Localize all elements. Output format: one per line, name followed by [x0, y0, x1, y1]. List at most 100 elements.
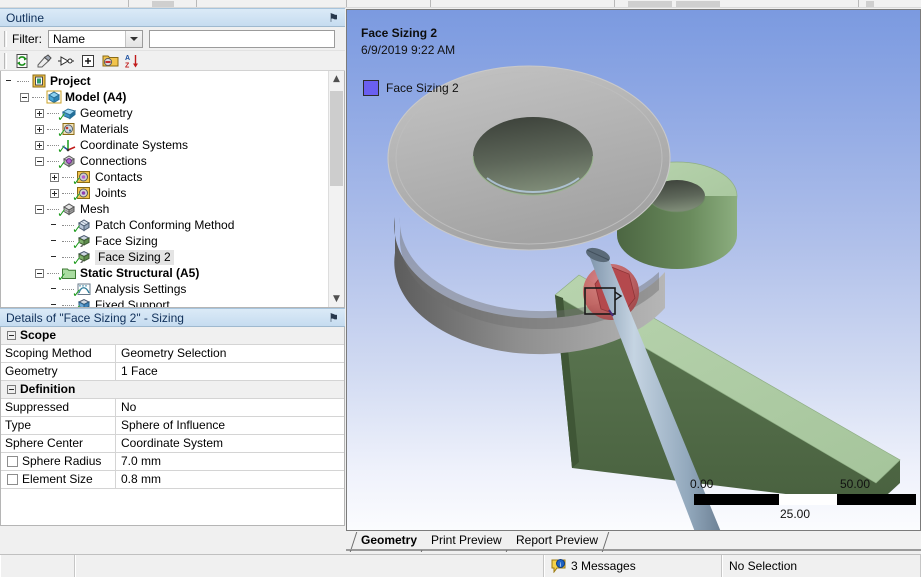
details-parameterize-checkbox[interactable] — [7, 474, 18, 485]
tree-minus-expander-icon[interactable] — [20, 92, 29, 102]
chevron-down-icon[interactable] — [125, 30, 142, 47]
tree-item-label: Geometry — [80, 105, 133, 120]
tree-item-static-structural-a5[interactable]: ✓ Static Structural (A5) — [5, 265, 327, 284]
scroll-up-icon[interactable]: ▲ — [329, 71, 344, 87]
tree-item-label: Connections — [80, 153, 147, 168]
filter-type-select[interactable]: Name — [48, 29, 143, 48]
tree-item-connections[interactable]: ✓ Connections — [5, 153, 327, 171]
tree-item-fixed-support[interactable]: ✓Fixed Support — [5, 297, 327, 307]
status-messages-label: 3 Messages — [571, 559, 636, 573]
details-property-name: Sphere Radius — [1, 453, 116, 470]
tree-minus-expander-icon[interactable] — [35, 156, 44, 166]
tree-item-face-sizing-2[interactable]: ✓ Face Sizing 2 — [5, 249, 327, 268]
tree-connector — [32, 96, 44, 98]
tab-report-preview[interactable]: Report Preview — [505, 531, 610, 552]
tree-item-face-sizing[interactable]: ✓ Face Sizing — [5, 233, 327, 251]
tree-item-mesh[interactable]: ✓ Mesh — [5, 201, 327, 219]
probe-icon[interactable] — [56, 52, 76, 70]
details-property-row[interactable]: Element Size 0.8 mm — [1, 471, 344, 489]
details-property-row[interactable]: Geometry 1 Face — [1, 363, 344, 381]
expand-all-icon[interactable] — [78, 52, 98, 70]
details-property-value[interactable]: No — [116, 399, 344, 416]
details-property-value[interactable]: Sphere of Influence — [116, 417, 344, 434]
geometry-icon: ✓ — [57, 106, 77, 123]
details-property-name: Geometry — [1, 363, 116, 380]
details-property-row[interactable]: Sphere Radius 7.0 mm — [1, 453, 344, 471]
tree-item-geometry[interactable]: ✓ Geometry — [5, 105, 327, 123]
status-messages[interactable]: i 3 Messages — [544, 555, 722, 577]
tree-item-materials[interactable]: ✓ Materials — [5, 121, 327, 139]
details-collapse-icon[interactable] — [7, 385, 16, 394]
details-parameterize-checkbox[interactable] — [7, 456, 18, 467]
mesh-icon: ✓ — [57, 202, 77, 219]
tree-plus-expander-icon[interactable] — [50, 188, 59, 198]
details-property-label: Sphere Center — [5, 436, 84, 450]
filter-type-value: Name — [53, 31, 86, 46]
tab-geometry[interactable]: Geometry — [349, 531, 429, 552]
green-check-icon: ✓ — [57, 206, 68, 220]
green-check-icon: ✓ — [57, 142, 68, 156]
filter-search-input[interactable] — [149, 29, 335, 48]
sort-az-icon[interactable]: A Z — [122, 52, 142, 70]
tree-minus-expander-icon[interactable] — [35, 204, 44, 214]
tree-item-label: Model (A4) — [65, 89, 127, 104]
details-pin-icon[interactable]: ⚑ — [328, 311, 339, 325]
ansys-mechanical-window: Outline ⚑ Filter: Name A Z Project Model… — [0, 0, 921, 577]
tree-minus-expander-icon[interactable] — [35, 268, 44, 278]
tree-plus-expander-icon[interactable] — [35, 124, 44, 134]
details-property-label: Sphere Radius — [22, 454, 102, 468]
outline-toolbar: A Z — [0, 51, 345, 71]
tab-geometry-label: Geometry — [361, 533, 418, 547]
tree-spacer — [50, 285, 59, 294]
folder-block-icon[interactable] — [100, 52, 120, 70]
details-property-value[interactable]: 0.8 mm — [116, 471, 344, 488]
tree-item-label: Contacts — [95, 169, 143, 184]
tree-item-label: Static Structural (A5) — [80, 265, 200, 280]
outline-toolbar-grip[interactable] — [4, 52, 7, 69]
document-tab-bar: Geometry Print Preview Report Preview — [346, 531, 921, 552]
details-group-row[interactable]: Scope — [1, 327, 344, 345]
details-property-row[interactable]: Sphere Center Coordinate System — [1, 435, 344, 453]
outline-tree[interactable]: Project Model (A4) ✓ Geometry ✓ Materials ✓ Coo… — [0, 71, 345, 308]
filter-label: Filter: — [12, 31, 42, 46]
green-check-icon: ✓ — [72, 222, 83, 236]
details-property-row[interactable]: Scoping Method Geometry Selection — [1, 345, 344, 363]
green-check-icon: ✓ — [57, 270, 68, 284]
green-check-icon: ✓ — [72, 174, 83, 188]
details-property-value[interactable]: Coordinate System — [116, 435, 344, 452]
details-property-value[interactable]: 7.0 mm — [116, 453, 344, 470]
details-property-label: Scoping Method — [5, 346, 92, 360]
details-collapse-icon[interactable] — [7, 331, 16, 340]
details-property-label: Geometry — [5, 364, 58, 378]
details-group-row[interactable]: Definition — [1, 381, 344, 399]
tab-report-preview-label: Report Preview — [516, 533, 599, 547]
green-check-icon: ✓ — [72, 254, 83, 268]
tree-plus-expander-icon[interactable] — [50, 172, 59, 182]
toolbar-grip[interactable] — [4, 30, 7, 47]
tree-plus-expander-icon[interactable] — [35, 140, 44, 150]
tree-item-coordinate-systems[interactable]: ✓ Coordinate Systems — [5, 137, 327, 156]
tree-item-analysis-settings[interactable]: ✓ Analysis Settings — [5, 281, 327, 299]
eraser-icon[interactable] — [34, 52, 54, 70]
svg-text:Z: Z — [125, 62, 130, 69]
details-property-row[interactable]: Suppressed No — [1, 399, 344, 417]
tree-item-joints[interactable]: ✓ Joints — [5, 185, 327, 203]
tree-item-project[interactable]: Project — [5, 73, 327, 89]
tree-item-model-a4[interactable]: Model (A4) — [5, 89, 327, 105]
tree-item-contacts[interactable]: ✓ Contacts — [5, 169, 327, 188]
viewport-date: 6/9/2019 9:22 AM — [361, 43, 456, 57]
details-property-value[interactable]: 1 Face — [116, 363, 344, 380]
outline-tree-scrollbar[interactable]: ▲ ▼ — [328, 71, 344, 307]
details-property-value[interactable]: Geometry Selection — [116, 345, 344, 362]
tree-plus-expander-icon[interactable] — [35, 108, 44, 118]
scroll-down-icon[interactable]: ▼ — [329, 291, 344, 307]
scrollbar-thumb[interactable] — [330, 91, 343, 186]
details-property-row[interactable]: Type Sphere of Influence — [1, 417, 344, 435]
geometry-viewport[interactable]: Face Sizing 2 6/9/2019 9:22 AM Face Sizi… — [346, 9, 921, 531]
details-property-grid[interactable]: Scope Scoping Method Geometry Selection Geo… — [0, 327, 345, 526]
refresh-page-icon[interactable] — [12, 52, 32, 70]
legend-label: Face Sizing 2 — [386, 81, 459, 95]
tree-item-patch-conforming-method[interactable]: ✓ Patch Conforming Method — [5, 217, 327, 236]
tab-print-preview[interactable]: Print Preview — [420, 531, 513, 552]
pin-icon[interactable]: ⚑ — [328, 11, 339, 25]
